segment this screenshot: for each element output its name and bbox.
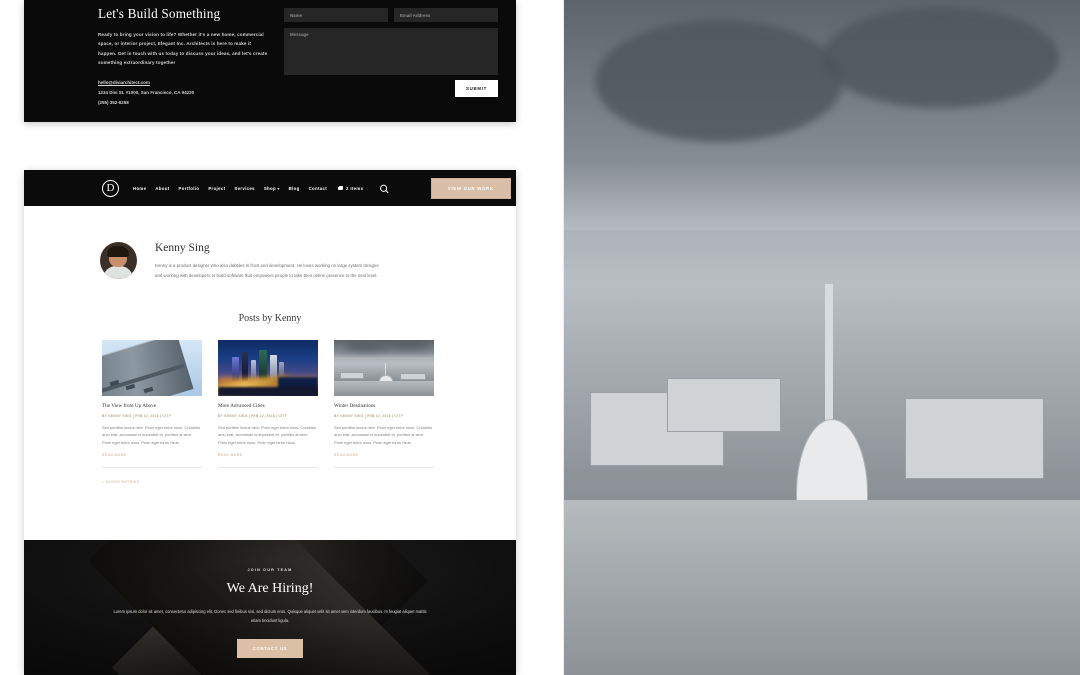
cart-count-label: 2 Items <box>346 185 364 191</box>
cart-icon <box>338 186 344 190</box>
post-excerpt: Sed porttitor lectus nibh. Proin eget to… <box>102 424 201 446</box>
contact-details: hello@diviarchitect.com 1234 Divi St. #1… <box>98 78 270 108</box>
read-more-link[interactable]: READ MORE <box>334 453 434 457</box>
contact-section: Let's Build Something Ready to bring you… <box>24 0 516 122</box>
post-excerpt: Sed porttitor lectus nibh. Proin eget to… <box>218 424 317 446</box>
submit-button[interactable]: SUBMIT <box>454 80 498 97</box>
contact-us-button[interactable]: CONTACT US <box>236 639 304 659</box>
divi-logo-icon[interactable]: D <box>102 179 119 197</box>
contact-title: Let's Build Something <box>98 6 221 21</box>
avatar <box>100 242 137 279</box>
right-post: Winter Destinations BY KENNY SING | FEB … <box>564 0 1080 675</box>
contact-text-block: Let's Build Something Ready to bring you… <box>98 6 270 108</box>
post-card[interactable]: More Advanced Cities BY KENNY SING | FEB… <box>218 339 318 468</box>
post-title[interactable]: More Advanced Cities <box>218 403 318 409</box>
nav-links: Home About Portfolio Project Services Sh… <box>133 183 389 193</box>
contact-inner: Let's Build Something Ready to bring you… <box>98 6 498 108</box>
chevron-down-icon: ▾ <box>277 186 280 191</box>
hiring-eyebrow: JOIN OUR TEAM <box>247 568 293 572</box>
right-preview-column: More Advanced Cities BY KENNY SING | FEB… <box>564 0 1080 675</box>
post-thumbnail[interactable] <box>102 339 202 396</box>
contact-form-row: Name Email Address <box>284 8 498 22</box>
search-icon[interactable] <box>378 183 389 193</box>
hiring-body: Lorem ipsum dolor sit amet, consectetur … <box>113 609 427 623</box>
hiring-section: JOIN OUR TEAM We Are Hiring! Lorem ipsum… <box>24 540 516 675</box>
email-input[interactable]: Email Address <box>394 8 498 22</box>
cart-link[interactable]: 2 Items <box>338 186 363 191</box>
post-card[interactable]: The View from Up Above BY KENNY SING | F… <box>102 339 202 468</box>
post-card-body: More Advanced Cities BY KENNY SING | FEB… <box>218 396 318 468</box>
posts-heading: Posts by Kenny <box>238 312 302 324</box>
post-thumbnail[interactable] <box>334 339 434 396</box>
nav-item-services[interactable]: Services <box>234 186 254 191</box>
author-bio: Kenny is a product designer who also dab… <box>155 263 379 278</box>
contact-email-link[interactable]: hello@diviarchitect.com <box>98 78 270 88</box>
author-name: Kenny Sing <box>155 242 210 254</box>
author-text: Kenny Sing Kenny is a product designer w… <box>155 242 385 281</box>
read-more-link[interactable]: READ MORE <box>218 453 318 457</box>
author-block: Kenny Sing Kenny is a product designer w… <box>24 206 516 281</box>
post-title[interactable]: Winter Destinations <box>334 403 434 409</box>
message-textarea[interactable]: Message <box>284 28 498 75</box>
nav-item-blog[interactable]: Blog <box>289 186 300 191</box>
nav-item-about[interactable]: About <box>155 186 169 191</box>
contact-body: Ready to bring your vision to life? Whet… <box>98 32 268 66</box>
read-more-link[interactable]: READ MORE <box>102 453 202 457</box>
site-page-card: D Home About Portfolio Project Services … <box>24 170 516 675</box>
right-post-image[interactable] <box>564 0 1080 675</box>
left-preview-column: Let's Build Something Ready to bring you… <box>24 0 516 675</box>
view-our-work-button[interactable]: VIEW OUR WORK <box>430 177 511 199</box>
post-thumbnail[interactable] <box>218 339 318 396</box>
nav-item-portfolio[interactable]: Portfolio <box>179 186 200 191</box>
post-meta: BY KENNY SING | FEB 12, 2018 | CITY <box>334 413 404 418</box>
post-meta: BY KENNY SING | FEB 12, 2018 | CITY <box>218 413 288 418</box>
post-title[interactable]: The View from Up Above <box>102 403 202 409</box>
name-input[interactable]: Name <box>284 8 388 22</box>
nav-item-project[interactable]: Project <box>208 186 225 191</box>
posts-grid: The View from Up Above BY KENNY SING | F… <box>24 339 516 468</box>
nav-item-home[interactable]: Home <box>133 186 146 191</box>
screenshot-stage: Let's Build Something Ready to bring you… <box>0 0 1080 675</box>
post-card-body: The View from Up Above BY KENNY SING | F… <box>102 396 202 468</box>
contact-address: 1234 Divi St. #1000, San Francisco, CA 9… <box>98 89 195 95</box>
hiring-content: JOIN OUR TEAM We Are Hiring! Lorem ipsum… <box>24 540 516 675</box>
post-excerpt: Sed porttitor lectus nibh. Proin eget to… <box>334 424 433 446</box>
hiring-title: We Are Hiring! <box>226 581 314 596</box>
contact-phone: (255) 352-6258 <box>98 99 129 105</box>
post-meta: BY KENNY SING | FEB 12, 2018 | CITY <box>102 413 172 418</box>
post-card-body: Winter Destinations BY KENNY SING | FEB … <box>334 396 434 468</box>
site-navbar: D Home About Portfolio Project Services … <box>24 170 516 206</box>
older-entries-link[interactable]: « OLDER ENTRIES <box>24 468 516 484</box>
nav-item-shop[interactable]: Shop ▾ <box>264 186 280 191</box>
nav-item-contact[interactable]: Contact <box>309 186 327 191</box>
post-card[interactable]: Winter Destinations BY KENNY SING | FEB … <box>334 339 434 468</box>
submit-row: SUBMIT <box>284 80 498 97</box>
contact-form: Name Email Address Message SUBMIT <box>284 6 498 108</box>
